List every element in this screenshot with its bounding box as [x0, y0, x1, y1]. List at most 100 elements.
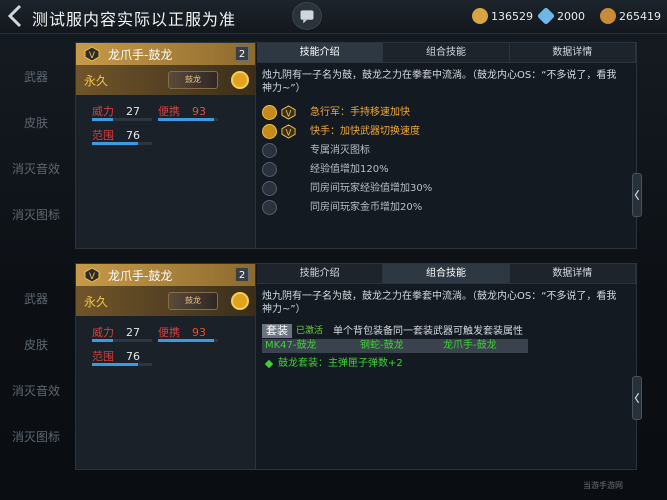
- stat-value: 76: [126, 129, 140, 142]
- permanence-label: 永久: [84, 74, 109, 88]
- stat-range-bar: [92, 142, 152, 145]
- chat-button[interactable]: [292, 2, 322, 30]
- diamond-amount: 2000: [557, 9, 585, 23]
- tab-data[interactable]: 数据详情: [510, 264, 636, 283]
- stat-portability-bar: [158, 339, 218, 342]
- weapon-image: 鼓龙: [168, 71, 218, 89]
- weapon-description: 烛九阴有一子名为鼓，鼓龙之力在拳套中流淌。（鼓龙内心OS：“不多说了，看我神力~…: [262, 291, 617, 315]
- stat-value: 27: [126, 326, 140, 339]
- stat-power: 威力 27: [92, 324, 140, 340]
- tab-skills[interactable]: 技能介绍: [257, 43, 384, 62]
- currency-gold: 136529: [472, 8, 533, 24]
- svg-text:V: V: [286, 127, 292, 137]
- stat-value: 93: [192, 326, 206, 339]
- sidebar-item-skin[interactable]: 皮肤: [0, 114, 72, 131]
- sidebar-item-sound-2[interactable]: 消灭音效: [0, 382, 72, 399]
- skill-row: 同房间玩家经验值增加30%: [262, 179, 624, 198]
- sidebar-item-icon[interactable]: 消灭图标: [0, 206, 72, 223]
- set-item: 龙爪手-鼓龙: [443, 340, 497, 351]
- skill-text: 急行军：手持移速加快: [310, 107, 410, 118]
- set-status: 已激活: [296, 325, 324, 336]
- weapon-sub: 永久 鼓龙: [76, 286, 255, 316]
- chat-bubble-icon: [300, 10, 314, 24]
- gold-ticket-icon: [472, 8, 488, 24]
- gold-medal-icon: [231, 292, 249, 310]
- weapon-image-label: 鼓龙: [185, 75, 201, 84]
- collapse-handle[interactable]: [632, 376, 642, 420]
- skill-row: V 急行军：手持移速加快: [262, 103, 624, 122]
- weapon-name: 龙爪手-鼓龙: [108, 48, 173, 62]
- skill-row: 专属消灭图标: [262, 141, 624, 160]
- skill-text: 快手：加快武器切换速度: [310, 126, 420, 137]
- weapon-count-badge: 2: [235, 267, 249, 282]
- weapon-card: V 龙爪手-鼓龙 2 永久 鼓龙 威力 27 便携 93 范围 76: [76, 43, 256, 248]
- skills-content: 烛九阴有一子名为鼓，鼓龙之力在拳套中流淌。（鼓龙内心OS：“不多说了，看我神力~…: [262, 69, 624, 217]
- skill-text: 专属消灭图标: [310, 145, 370, 156]
- skill-row: V 快手：加快武器切换速度: [262, 122, 624, 141]
- watermark: 当游手游网: [583, 481, 623, 490]
- game-screen: 测试服内容实际以正服为准 136529 2000 265419 武器 皮肤 消灭…: [0, 0, 667, 500]
- stat-portability: 便携 93: [158, 324, 206, 340]
- set-item: MK47-鼓龙: [265, 340, 317, 351]
- stat-label: 便携: [158, 105, 180, 118]
- v-rank-icon: V: [281, 124, 296, 139]
- weapon-image: 鼓龙: [168, 292, 218, 310]
- stat-value: 27: [126, 105, 140, 118]
- room-coin-icon: [262, 200, 277, 215]
- weapon-header: V 龙爪手-鼓龙 2: [76, 264, 255, 286]
- set-items: MK47-鼓龙 钢蛇-鼓龙 龙爪手-鼓龙: [262, 339, 528, 353]
- weapon-name: 龙爪手-鼓龙: [108, 269, 173, 283]
- skill-text: 同房间玩家经验值增加30%: [310, 183, 433, 194]
- stat-portability-bar: [158, 118, 218, 121]
- weapon-detail-panel-2: V 龙爪手-鼓龙 2 永久 鼓龙 威力 27 便携 93 范围 76 技能介绍 组合技…: [75, 263, 642, 470]
- v-rank-icon: V: [84, 267, 100, 283]
- page-title: 测试服内容实际以正服为准: [32, 10, 237, 29]
- v-rank-icon: V: [84, 46, 100, 62]
- sidebar-item-sound[interactable]: 消灭音效: [0, 160, 72, 177]
- detail-tabs: 技能介绍 组合技能 数据详情: [257, 264, 636, 284]
- stat-range: 范围 76: [92, 348, 140, 364]
- svg-text:V: V: [89, 51, 96, 61]
- stat-value: 76: [126, 350, 140, 363]
- stat-power-bar: [92, 118, 152, 121]
- stat-range-bar: [92, 363, 152, 366]
- gold-medal-icon: [231, 71, 249, 89]
- set-box: 套装 已激活 单个背包装备同一套装武器可触发套装属性 MK47-鼓龙 钢蛇-鼓龙…: [262, 324, 624, 370]
- chevron-left-icon: [634, 189, 640, 201]
- set-bonus-text: 鼓龙套装：主弹匣子弹数+2: [278, 358, 403, 369]
- detail-tabs: 技能介绍 组合技能 数据详情: [257, 43, 636, 63]
- weapon-count-badge: 2: [235, 46, 249, 61]
- weapon-card: V 龙爪手-鼓龙 2 永久 鼓龙 威力 27 便携 93 范围 76: [76, 264, 256, 469]
- currency-diamond: 2000: [536, 6, 585, 26]
- stat-power-bar: [92, 339, 152, 342]
- back-arrow-icon[interactable]: [2, 2, 28, 30]
- skill-row: 经验值增加120%: [262, 160, 624, 179]
- stat-label: 范围: [92, 129, 114, 142]
- coin-icon: [600, 8, 616, 24]
- tab-skills[interactable]: 技能介绍: [257, 264, 384, 283]
- weapon-image-label: 鼓龙: [185, 296, 201, 305]
- svg-text:V: V: [89, 272, 96, 282]
- exp-icon: [262, 162, 277, 177]
- weapon-description: 烛九阴有一子名为鼓，鼓龙之力在拳套中流淌。（鼓龙内心OS：“不多说了，看我神力~…: [262, 70, 617, 94]
- run-icon: [262, 105, 277, 120]
- stat-power: 威力 27: [92, 103, 140, 119]
- skill-text: 经验值增加120%: [310, 164, 389, 175]
- set-item: 钢蛇-鼓龙: [360, 340, 404, 351]
- sidebar-item-weapon[interactable]: 武器: [0, 68, 72, 85]
- stat-label: 威力: [92, 326, 114, 339]
- skill-row: 同房间玩家金币增加20%: [262, 198, 624, 217]
- tab-data[interactable]: 数据详情: [510, 43, 636, 62]
- stat-range: 范围 76: [92, 127, 140, 143]
- tab-combo[interactable]: 组合技能: [383, 264, 510, 283]
- sidebar-item-weapon-2[interactable]: 武器: [0, 290, 72, 307]
- top-bar: 测试服内容实际以正服为准 136529 2000 265419: [0, 0, 667, 34]
- sidebar-item-icon-2[interactable]: 消灭图标: [0, 428, 72, 445]
- hand-icon: [262, 124, 277, 139]
- sidebar-item-skin-2[interactable]: 皮肤: [0, 336, 72, 353]
- weapon-detail-panel: V 龙爪手-鼓龙 2 永久 鼓龙 威力 27 便携 93 范围 76 技能介绍 组合技…: [75, 42, 642, 249]
- collapse-handle[interactable]: [632, 173, 642, 217]
- tab-combo[interactable]: 组合技能: [383, 43, 510, 62]
- weapon-sub: 永久 鼓龙: [76, 65, 255, 95]
- set-note: 单个背包装备同一套装武器可触发套装属性: [333, 325, 524, 337]
